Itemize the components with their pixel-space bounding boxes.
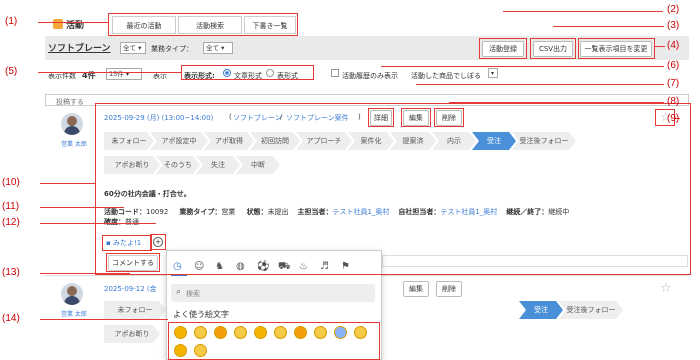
callout-line-4: [655, 46, 665, 48]
progress-step[interactable]: アポお断り: [104, 325, 160, 343]
type-select[interactable]: 全て ▾: [203, 42, 233, 54]
user-name-2[interactable]: 営業 太郎: [61, 309, 87, 318]
callout-box-3: [530, 38, 576, 59]
callout-line-13: [40, 273, 130, 275]
callout-1: (1): [5, 16, 18, 27]
callout-6: (6): [667, 60, 680, 71]
callout-8: (8): [667, 96, 680, 107]
narrow-label: 活動した商品でしぼる: [411, 72, 481, 80]
activity-app-icon: [53, 19, 63, 29]
edit-button-2[interactable]: 編集: [403, 281, 429, 297]
delete-label-2: 削除: [442, 285, 456, 293]
callout-12: (12): [2, 217, 20, 228]
star-icon-2[interactable]: ☆: [660, 281, 672, 296]
progress-step[interactable]: 未フォロー: [104, 301, 166, 319]
callout-box-10: [95, 103, 691, 275]
callout-box-11: [102, 235, 152, 251]
avatar[interactable]: [61, 113, 83, 135]
callout-box-1: [108, 13, 298, 36]
callout-4: (4): [667, 40, 680, 51]
edit-label-2: 編集: [409, 285, 423, 293]
emoji-search-box[interactable]: [171, 284, 375, 302]
post-placeholder: 投稿する: [56, 98, 84, 106]
callout-line-6: [381, 66, 664, 68]
company-name[interactable]: ソフトブレーン: [48, 41, 111, 54]
callout-box-14: [168, 322, 380, 360]
callout-line-14: [40, 319, 168, 321]
all-select[interactable]: 全て ▾: [120, 42, 146, 54]
callout-box-4: [578, 38, 655, 59]
emoji-search-placeholder: 検索: [186, 290, 200, 298]
callout-line-10: [40, 183, 95, 185]
callout-10: (10): [2, 177, 20, 188]
per-page-select[interactable]: 15件 ▾: [106, 68, 142, 80]
callout-line-12: [40, 223, 156, 225]
callout-5: (5): [5, 66, 18, 77]
callout-7: (7): [667, 78, 680, 89]
avatar-2[interactable]: [61, 283, 83, 305]
callout-13: (13): [2, 267, 20, 278]
callout-box-12: [150, 234, 166, 250]
callout-11: (11): [2, 201, 20, 212]
activity-date-2[interactable]: 2025-09-12 (金: [104, 284, 157, 294]
progress-step[interactable]: 受注: [519, 301, 563, 319]
callout-box-13: [106, 253, 160, 272]
callout-box-5: [181, 65, 314, 80]
callout-box-2: [479, 38, 527, 59]
callout-14: (14): [2, 313, 20, 324]
all-select-value: 全て: [123, 44, 136, 52]
type-label: 業務タイプ：: [151, 45, 193, 53]
user-name[interactable]: 営業 太郎: [61, 139, 87, 148]
callout-line-8: [449, 102, 664, 104]
delete-button-2[interactable]: 削除: [436, 281, 462, 297]
callout-line-7: [416, 84, 664, 86]
progress-step[interactable]: 受注後フォロー: [559, 301, 623, 319]
search-icon: ⌕: [176, 287, 182, 297]
callout-line-3: [553, 26, 664, 28]
callout-9: (9): [667, 113, 680, 124]
history-checkbox[interactable]: [331, 69, 339, 77]
callout-line-2: [503, 11, 663, 13]
history-label: 活動履歴のみ表示: [342, 72, 398, 80]
type-select-value: 全て: [206, 44, 219, 52]
callout-2: (2): [667, 4, 680, 15]
callout-3: (3): [667, 20, 680, 31]
callout-line-5: [38, 72, 181, 74]
narrow-select[interactable]: ▾: [488, 68, 498, 78]
callout-line-11: [40, 207, 124, 209]
page-title: 活動: [66, 21, 85, 31]
callout-line-1: [38, 22, 108, 24]
emoji-section-title: よく使う絵文字: [173, 310, 229, 319]
